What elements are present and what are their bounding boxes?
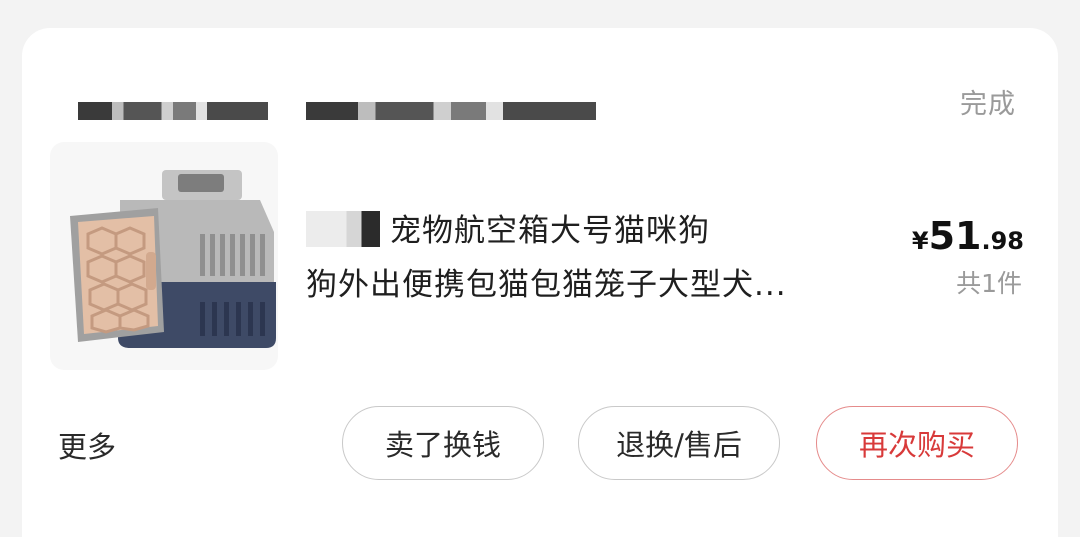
product-price: ¥51.98 [912,214,1024,258]
sell-button[interactable]: 卖了换钱 [342,406,544,480]
refund-aftersale-button[interactable]: 退换/售后 [578,406,780,480]
more-button[interactable]: 更多 [58,424,116,466]
product-title-line-2: 狗外出便携包猫包猫笼子大型犬... [306,267,787,303]
store-name-redacted[interactable] [78,98,596,124]
price-currency: ¥ [911,227,929,255]
price-integer: 51 [928,214,982,258]
pet-carrier-icon [70,170,276,348]
price-decimal: .98 [981,227,1024,255]
order-status: 完成 [960,89,1016,120]
product-image[interactable] [50,142,278,370]
product-title-line-1: 宠物航空箱大号猫咪狗 [390,213,710,249]
buy-again-button[interactable]: 再次购买 [816,406,1018,480]
item-quantity: 共1件 [956,269,1022,298]
redacted-block [306,102,596,120]
redacted-block [78,102,268,120]
product-title[interactable]: 宠物航空箱大号猫咪狗 狗外出便携包猫包猫笼子大型犬... [306,204,866,312]
redacted-brand [306,211,380,247]
order-card[interactable]: 完成 宠物航空箱大号猫咪狗 狗外出便携包猫包猫笼子大型犬... ¥51.98 共… [22,28,1058,537]
